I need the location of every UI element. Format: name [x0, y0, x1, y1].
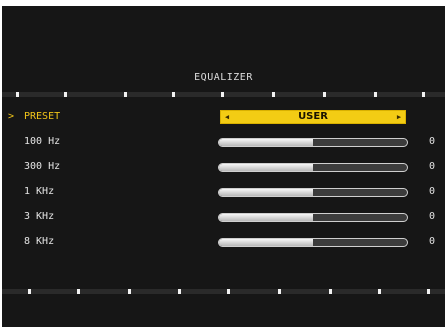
preset-value: USER	[298, 111, 328, 122]
equalizer-screen: EQUALIZER > PRESET ◀ USER ▶ 100 Hz 0 300…	[2, 6, 445, 327]
band-slider[interactable]	[218, 213, 408, 222]
band-value: 0	[428, 186, 436, 197]
divider-tick	[172, 92, 175, 97]
divider-tick	[323, 92, 326, 97]
divider-tick	[422, 92, 425, 97]
divider-tick	[77, 289, 80, 294]
preset-row[interactable]: > PRESET ◀ USER ▶	[2, 109, 445, 127]
divider-tick	[374, 92, 377, 97]
band-value: 0	[428, 211, 436, 222]
divider-tick	[124, 92, 127, 97]
preset-selector[interactable]: ◀ USER ▶	[220, 110, 406, 124]
band-label: 1 KHz	[24, 186, 55, 197]
divider-tick	[329, 289, 332, 294]
band-label: 8 KHz	[24, 236, 55, 247]
divider-tick	[227, 289, 230, 294]
page-title: EQUALIZER	[194, 72, 253, 83]
divider-bottom	[2, 289, 445, 294]
band-label: 300 Hz	[24, 161, 61, 172]
band-value: 0	[428, 136, 436, 147]
divider-tick	[28, 289, 31, 294]
selection-cursor-icon: >	[8, 111, 15, 122]
slider-fill	[219, 189, 313, 196]
divider-tick	[178, 289, 181, 294]
band-row[interactable]: 3 KHz 0	[2, 209, 445, 227]
slider-fill	[219, 164, 313, 171]
band-row[interactable]: 300 Hz 0	[2, 159, 445, 177]
divider-tick	[278, 289, 281, 294]
divider-tick	[272, 92, 275, 97]
divider-top	[2, 92, 445, 97]
band-slider[interactable]	[218, 188, 408, 197]
preset-label: PRESET	[24, 111, 61, 122]
band-row[interactable]: 100 Hz 0	[2, 134, 445, 152]
band-slider[interactable]	[218, 238, 408, 247]
divider-tick	[128, 289, 131, 294]
band-row[interactable]: 1 KHz 0	[2, 184, 445, 202]
band-row[interactable]: 8 KHz 0	[2, 234, 445, 252]
arrow-right-icon[interactable]: ▶	[395, 113, 403, 122]
band-slider[interactable]	[218, 138, 408, 147]
band-slider[interactable]	[218, 163, 408, 172]
divider-tick	[64, 92, 67, 97]
slider-fill	[219, 214, 313, 221]
band-label: 100 Hz	[24, 136, 61, 147]
slider-fill	[219, 139, 313, 146]
band-value: 0	[428, 161, 436, 172]
divider-tick	[378, 289, 381, 294]
divider-tick	[427, 289, 430, 294]
slider-fill	[219, 239, 313, 246]
divider-tick	[16, 92, 19, 97]
divider-tick	[221, 92, 224, 97]
band-label: 3 KHz	[24, 211, 55, 222]
band-value: 0	[428, 236, 436, 247]
